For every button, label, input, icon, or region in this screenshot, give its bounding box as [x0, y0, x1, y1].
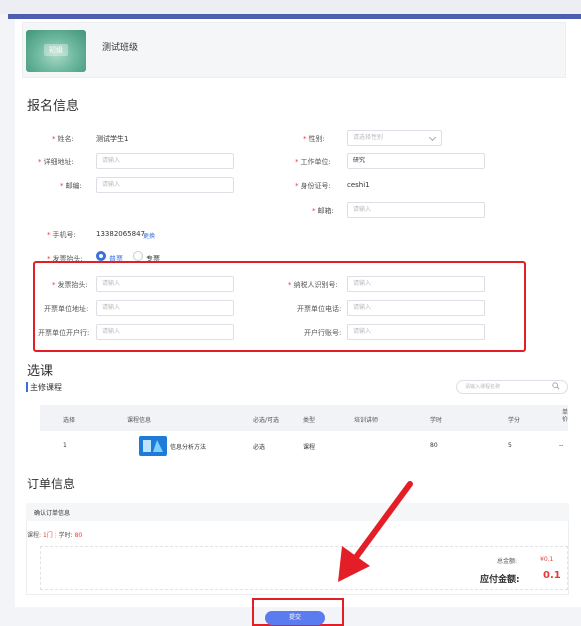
postcode-label-text: 邮编:	[65, 182, 82, 190]
invoice-special-radio[interactable]	[133, 251, 143, 261]
name-label-text: 姓名:	[57, 135, 74, 143]
email-label-text: 邮箱:	[317, 207, 334, 215]
course-section-title: 选课	[27, 364, 54, 379]
col-course-info: 课程信息	[127, 417, 152, 424]
invoice-title-label: * 发票抬头:	[52, 280, 88, 290]
total-label: 总金额:	[497, 558, 518, 565]
gender-label-text: 性别:	[308, 135, 325, 143]
email-input[interactable]: 请输入	[347, 202, 485, 218]
invoice-bank-label: 开票单位开户行:	[38, 329, 90, 337]
change-phone-link[interactable]: 更换	[143, 231, 155, 240]
course-type: 课程	[303, 444, 316, 451]
col-teacher: 培训讲师	[354, 417, 379, 424]
class-name: 测试班级	[102, 43, 139, 53]
col-required: 必选/可选	[253, 417, 280, 424]
postcode-input[interactable]: 请输入	[96, 177, 234, 193]
col-type: 类型	[303, 417, 316, 424]
course-required: 必选	[253, 444, 266, 451]
name-label: * 姓名:	[52, 134, 74, 144]
gender-select-placeholder: 请选择性别	[353, 134, 384, 141]
row-index: 1	[63, 442, 67, 449]
address-input[interactable]: 请输入	[96, 153, 234, 169]
order-courses-label: 课程:	[27, 532, 42, 539]
workplace-label-text: 工作单位:	[300, 158, 331, 166]
invoice-bank-input[interactable]: 请输入	[96, 324, 234, 340]
invoice-normal-radio[interactable]	[96, 251, 106, 261]
required-mark: *	[52, 135, 56, 143]
total-value: ¥0.1	[540, 556, 554, 563]
required-mark: *	[312, 207, 316, 215]
invoice-address-input[interactable]: 请输入	[96, 300, 234, 316]
invoice-phone-label: 开票单位电话:	[297, 305, 342, 313]
signup-section-title: 报名信息	[27, 99, 80, 114]
course-credits: 5	[508, 442, 512, 449]
email-label: * 邮箱:	[312, 206, 334, 216]
order-hours-value: 80	[74, 532, 83, 539]
workplace-label: * 工作单位:	[295, 157, 331, 167]
major-course-title: 主修课程	[30, 383, 62, 392]
invoice-title-input[interactable]: 请输入	[96, 276, 234, 292]
order-hours-label: 学时:	[58, 532, 73, 539]
submit-button[interactable]: 提交	[265, 611, 325, 625]
required-mark: *	[295, 182, 299, 190]
taxid-label-text: 纳税人识别号:	[293, 281, 338, 289]
gender-select[interactable]: 请选择性别	[347, 130, 442, 146]
chevron-down-icon	[428, 133, 437, 142]
course-name[interactable]: 信息分析方法	[170, 442, 206, 451]
col-price: 单价	[562, 409, 569, 423]
address-label-text: 详细地址:	[43, 158, 74, 166]
phone-value: 13382065847	[96, 230, 145, 238]
invoice-address-label: 开票单位地址:	[44, 305, 89, 313]
course-price: --	[559, 442, 564, 449]
order-stats-divider: |	[54, 532, 57, 539]
order-section-title: 订单信息	[27, 477, 76, 491]
order-courses-value: 1门	[42, 532, 53, 539]
col-credits: 学分	[508, 417, 521, 424]
gender-label: * 性别:	[303, 134, 325, 144]
bank-account-label: 开户行账号:	[304, 329, 342, 337]
payable-value: 0.1	[543, 570, 561, 581]
bank-account-input[interactable]: 请输入	[347, 324, 485, 340]
required-mark: *	[288, 281, 292, 289]
search-icon[interactable]	[552, 382, 560, 390]
postcode-label: * 邮编:	[60, 181, 82, 191]
class-level-badge: 初级	[44, 44, 68, 56]
invoice-title-label-text: 发票抬头:	[57, 281, 88, 289]
course-hours: 80	[430, 442, 438, 449]
address-label: * 详细地址:	[38, 157, 74, 167]
phone-label: * 手机号:	[47, 230, 76, 240]
taxid-input[interactable]: 请输入	[347, 276, 485, 292]
course-thumbnail-icon	[139, 436, 167, 456]
col-select: 选择	[63, 417, 76, 424]
required-mark: *	[47, 231, 51, 239]
required-mark: *	[60, 182, 64, 190]
order-stats: 课程: 1门 | 学时: 80	[27, 530, 82, 539]
required-mark: *	[303, 135, 307, 143]
required-mark: *	[52, 281, 56, 289]
required-mark: *	[38, 158, 42, 166]
order-confirm-header	[26, 503, 569, 521]
idcard-value: ceshi1	[347, 181, 370, 189]
order-confirm-label: 确认订单信息	[34, 510, 71, 517]
annotation-arrow-icon	[338, 481, 413, 582]
taxid-label: * 纳税人识别号:	[288, 280, 338, 290]
subsection-marker	[26, 382, 28, 392]
name-value: 测试学生1	[96, 135, 129, 143]
phone-label-text: 手机号:	[52, 231, 76, 239]
invoice-phone-input[interactable]: 请输入	[347, 300, 485, 316]
idcard-label-text: 身份证号:	[300, 182, 331, 190]
top-bar	[0, 0, 581, 14]
workplace-input[interactable]: 研究	[347, 153, 485, 169]
payable-label: 应付金额:	[480, 575, 520, 585]
idcard-label: * 身份证号:	[295, 181, 331, 191]
required-mark: *	[295, 158, 299, 166]
class-thumbnail: 初级	[26, 30, 86, 72]
col-hours: 学时	[430, 417, 443, 424]
